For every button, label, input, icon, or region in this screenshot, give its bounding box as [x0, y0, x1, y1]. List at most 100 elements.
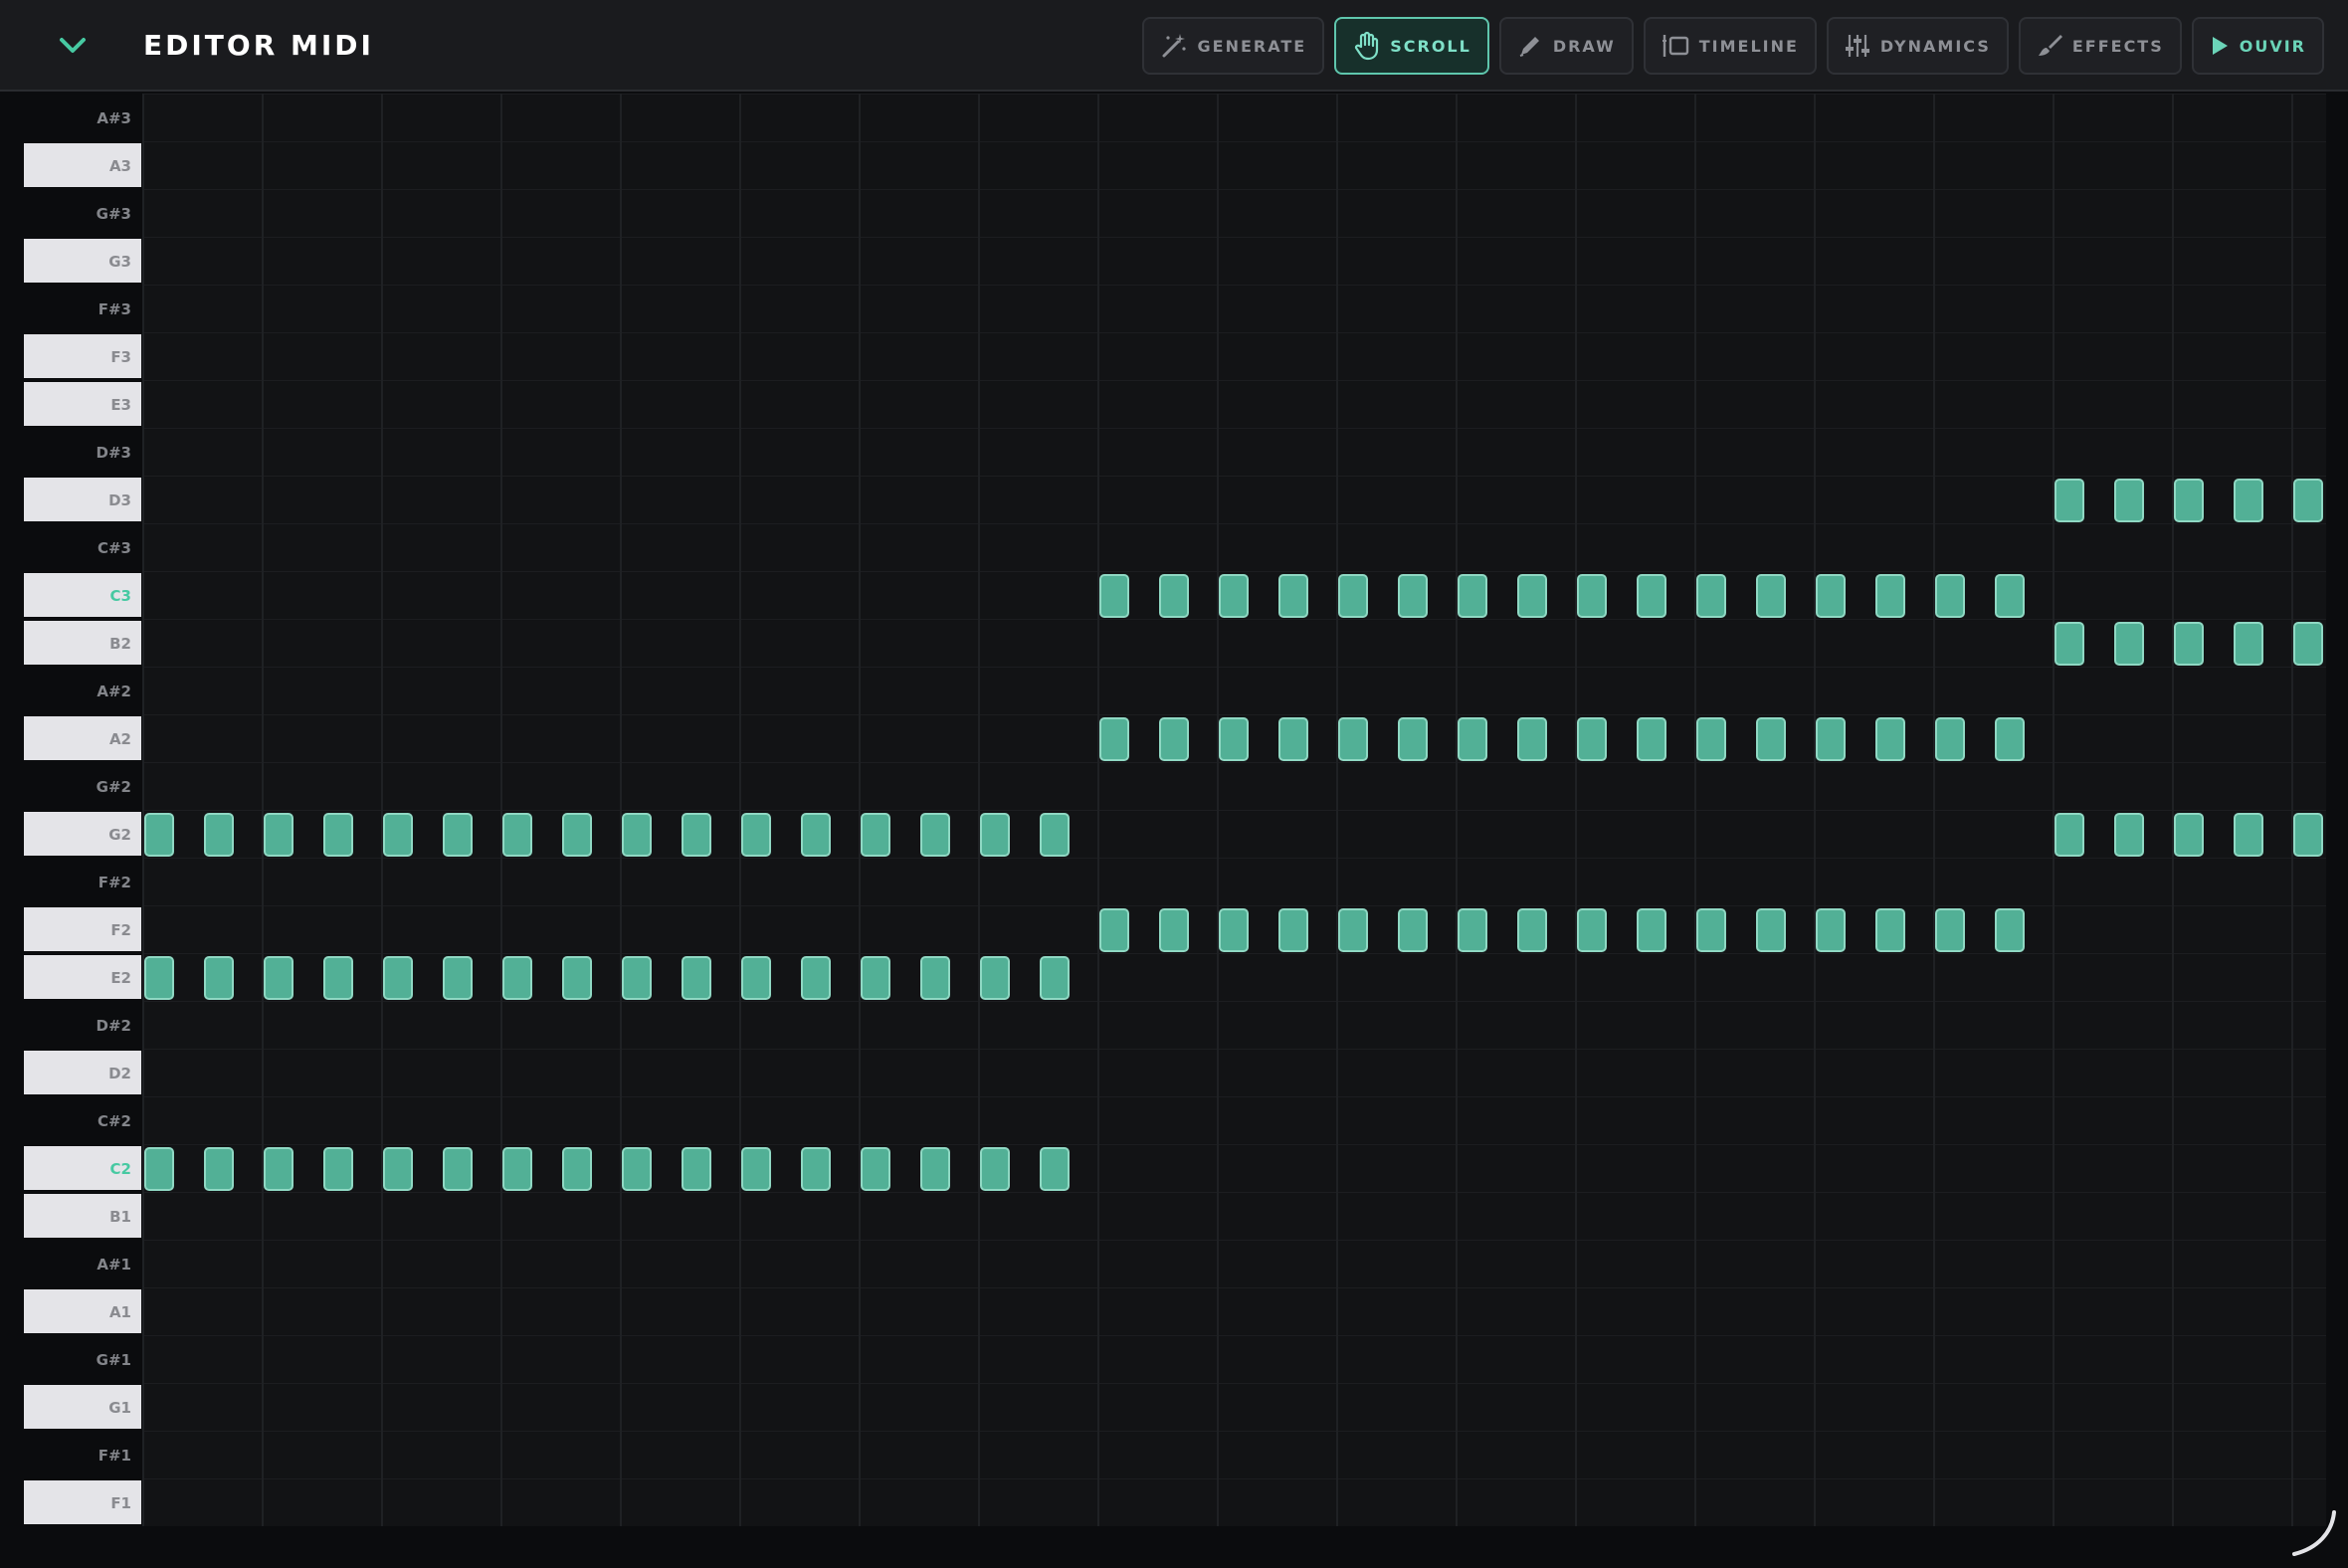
midi-note[interactable]	[2293, 813, 2323, 857]
midi-note[interactable]	[264, 813, 294, 857]
midi-note[interactable]	[1159, 717, 1189, 761]
midi-note[interactable]	[502, 1147, 532, 1191]
scroll-button[interactable]: SCROLL	[1334, 17, 1489, 75]
midi-note[interactable]	[741, 956, 771, 1000]
midi-note[interactable]	[920, 956, 950, 1000]
midi-note[interactable]	[1875, 574, 1905, 618]
midi-note[interactable]	[1517, 908, 1547, 952]
piano-key-d2[interactable]: D2	[24, 1051, 141, 1096]
midi-note[interactable]	[1338, 574, 1368, 618]
midi-note[interactable]	[144, 1147, 174, 1191]
midi-note[interactable]	[2174, 813, 2204, 857]
piano-key-fsharp3[interactable]: F#3	[24, 287, 141, 332]
midi-note[interactable]	[1756, 717, 1786, 761]
midi-note[interactable]	[682, 956, 711, 1000]
piano-key-fsharp1[interactable]: F#1	[24, 1433, 141, 1478]
midi-note[interactable]	[801, 813, 831, 857]
midi-note[interactable]	[2054, 622, 2084, 666]
midi-note[interactable]	[1099, 574, 1129, 618]
resize-handle-icon[interactable]	[2288, 1508, 2338, 1558]
midi-note[interactable]	[801, 956, 831, 1000]
midi-note[interactable]	[1338, 908, 1368, 952]
midi-note[interactable]	[443, 956, 473, 1000]
piano-key-e3[interactable]: E3	[24, 382, 141, 428]
midi-note[interactable]	[502, 956, 532, 1000]
piano-key-gsharp3[interactable]: G#3	[24, 191, 141, 237]
midi-note[interactable]	[383, 813, 413, 857]
midi-note[interactable]	[1935, 574, 1965, 618]
midi-note[interactable]	[622, 813, 652, 857]
midi-note[interactable]	[264, 1147, 294, 1191]
piano-key-c3[interactable]: C3	[24, 573, 141, 619]
midi-note[interactable]	[2293, 622, 2323, 666]
piano-key-f2[interactable]: F2	[24, 907, 141, 953]
midi-note[interactable]	[1995, 908, 2025, 952]
midi-note[interactable]	[383, 1147, 413, 1191]
piano-key-a3[interactable]: A3	[24, 143, 141, 189]
midi-note[interactable]	[1816, 574, 1846, 618]
piano-key-gsharp2[interactable]: G#2	[24, 764, 141, 810]
midi-note[interactable]	[861, 813, 890, 857]
midi-note[interactable]	[622, 956, 652, 1000]
dynamics-button[interactable]: DYNAMICS	[1826, 17, 2009, 75]
piano-key-d3[interactable]: D3	[24, 478, 141, 523]
midi-note[interactable]	[2174, 479, 2204, 522]
midi-note[interactable]	[1040, 813, 1070, 857]
midi-note[interactable]	[1159, 574, 1189, 618]
midi-note[interactable]	[1816, 908, 1846, 952]
midi-note[interactable]	[1577, 717, 1607, 761]
midi-note[interactable]	[622, 1147, 652, 1191]
piano-key-dsharp2[interactable]: D#2	[24, 1003, 141, 1049]
midi-note[interactable]	[2293, 479, 2323, 522]
midi-note[interactable]	[204, 1147, 234, 1191]
play-button[interactable]: OUVIR	[2191, 17, 2324, 75]
midi-note[interactable]	[920, 813, 950, 857]
timeline-button[interactable]: TIMELINE	[1643, 17, 1817, 75]
piano-key-a2[interactable]: A2	[24, 716, 141, 762]
midi-note[interactable]	[1398, 717, 1428, 761]
midi-note[interactable]	[1278, 908, 1308, 952]
midi-note[interactable]	[144, 813, 174, 857]
midi-note[interactable]	[562, 1147, 592, 1191]
midi-note[interactable]	[1995, 574, 2025, 618]
piano-key-g2[interactable]: G2	[24, 812, 141, 858]
piano-key-b1[interactable]: B1	[24, 1194, 141, 1240]
piano-key-asharp1[interactable]: A#1	[24, 1242, 141, 1287]
midi-note[interactable]	[1756, 574, 1786, 618]
effects-button[interactable]: EFFECTS	[2018, 17, 2182, 75]
midi-note[interactable]	[980, 813, 1010, 857]
midi-note[interactable]	[1219, 908, 1249, 952]
midi-note[interactable]	[1517, 717, 1547, 761]
midi-note[interactable]	[1040, 956, 1070, 1000]
midi-note[interactable]	[1637, 574, 1666, 618]
midi-note[interactable]	[920, 1147, 950, 1191]
midi-note[interactable]	[682, 813, 711, 857]
midi-note[interactable]	[1099, 717, 1129, 761]
midi-note[interactable]	[1696, 574, 1726, 618]
midi-note[interactable]	[1219, 717, 1249, 761]
midi-note[interactable]	[2054, 479, 2084, 522]
midi-note[interactable]	[562, 956, 592, 1000]
midi-note[interactable]	[264, 956, 294, 1000]
midi-note[interactable]	[1398, 574, 1428, 618]
piano-key-g1[interactable]: G1	[24, 1385, 141, 1431]
midi-note[interactable]	[443, 813, 473, 857]
midi-note[interactable]	[1816, 717, 1846, 761]
piano-roll-grid[interactable]	[142, 94, 2326, 1526]
midi-note[interactable]	[2054, 813, 2084, 857]
midi-note[interactable]	[741, 813, 771, 857]
midi-note[interactable]	[1458, 908, 1487, 952]
midi-note[interactable]	[1398, 908, 1428, 952]
midi-note[interactable]	[1875, 717, 1905, 761]
midi-note[interactable]	[323, 813, 353, 857]
draw-button[interactable]: DRAW	[1498, 17, 1634, 75]
midi-note[interactable]	[2114, 479, 2144, 522]
piano-key-f1[interactable]: F1	[24, 1480, 141, 1526]
midi-note[interactable]	[801, 1147, 831, 1191]
midi-note[interactable]	[1637, 908, 1666, 952]
midi-note[interactable]	[1875, 908, 1905, 952]
midi-note[interactable]	[323, 956, 353, 1000]
piano-key-gsharp1[interactable]: G#1	[24, 1337, 141, 1383]
piano-key-asharp3[interactable]: A#3	[24, 96, 141, 141]
piano-key-dsharp3[interactable]: D#3	[24, 430, 141, 476]
